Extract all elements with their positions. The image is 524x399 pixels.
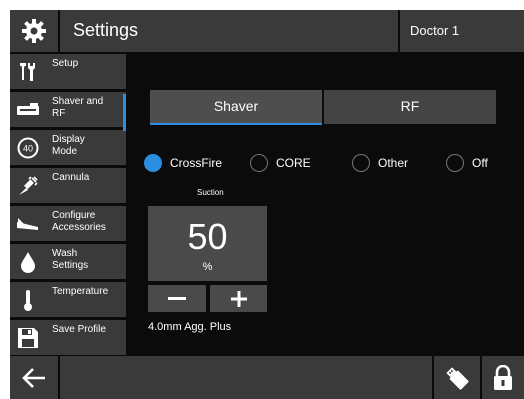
- sidebar-item-wash-settings[interactable]: Wash Settings: [10, 244, 126, 279]
- display-mode-icon: 40: [16, 137, 40, 159]
- footer-bar: [10, 356, 524, 399]
- blade-name: 4.0mm Agg. Plus: [148, 321, 232, 333]
- sidebar-item-label: Wash Settings: [52, 248, 89, 271]
- sidebar-item-label: Cannula: [52, 172, 90, 183]
- gear-icon: [22, 19, 46, 43]
- title-panel: Settings: [60, 10, 398, 52]
- main-panel: Shaver RF CrossFire CORE Other Off Sucti…: [126, 54, 524, 354]
- radio-dot: [144, 154, 162, 172]
- suction-value: 50: [187, 216, 228, 257]
- suction-unit: %: [202, 261, 213, 273]
- radio-label: Off: [472, 156, 488, 170]
- lock-button[interactable]: [482, 356, 524, 399]
- radio-other[interactable]: Other: [352, 152, 408, 174]
- sidebar-item-label: Temperature: [52, 286, 109, 297]
- sidebar-item-cannula[interactable]: Cannula: [10, 168, 126, 203]
- tab-label: RF: [400, 98, 420, 114]
- radio-dot: [352, 154, 370, 172]
- suction-display: 50 %: [148, 206, 267, 281]
- sidebar-item-configure-accessories[interactable]: Configure Accessories: [10, 206, 126, 241]
- sidebar-item-shaver-rf[interactable]: Shaver and RF: [10, 92, 126, 127]
- water-drop-icon: [16, 251, 40, 273]
- sidebar-item-setup[interactable]: Setup: [10, 54, 126, 89]
- radio-label: CrossFire: [170, 156, 223, 170]
- suction-label: Suction: [197, 188, 224, 197]
- tools-icon: [16, 61, 40, 83]
- usb-drive-icon: [446, 366, 469, 390]
- sidebar-item-label: Setup: [52, 58, 79, 69]
- sidebar: Setup Shaver and RF 40 Display Mode Cann…: [10, 54, 126, 355]
- suction-decrease-button[interactable]: [148, 285, 206, 312]
- settings-screen: Settings Doctor 1 Setup Shaver and RF 40…: [10, 10, 524, 399]
- accessories-icon: [16, 213, 40, 235]
- page-title: Settings: [73, 20, 139, 40]
- radio-off[interactable]: Off: [446, 152, 488, 174]
- usb-button[interactable]: [434, 356, 480, 399]
- back-arrow-icon: [22, 367, 45, 388]
- radio-core[interactable]: CORE: [250, 152, 311, 174]
- cannula-icon: [16, 175, 40, 197]
- shaver-rf-tabs: Shaver RF: [150, 90, 496, 125]
- tab-shaver[interactable]: Shaver: [150, 90, 322, 125]
- minus-icon: [168, 296, 186, 300]
- footer-spacer: [60, 356, 432, 399]
- shaver-icon: [16, 99, 40, 121]
- radio-crossfire[interactable]: CrossFire: [144, 152, 222, 174]
- user-panel[interactable]: Doctor 1: [400, 10, 524, 52]
- tab-selected-indicator: [150, 123, 322, 125]
- sidebar-item-label: Save Profile: [52, 324, 106, 335]
- sidebar-item-display-mode[interactable]: 40 Display Mode: [10, 130, 126, 165]
- sidebar-item-save-profile[interactable]: Save Profile: [10, 320, 126, 355]
- sidebar-item-label: Configure Accessories: [52, 210, 106, 233]
- radio-label: CORE: [276, 156, 311, 170]
- tab-label: Shaver: [213, 98, 259, 114]
- save-icon: [16, 327, 40, 349]
- header-bar: Settings Doctor 1: [10, 10, 524, 52]
- sidebar-item-label: Shaver and RF: [52, 96, 104, 119]
- radio-label: Other: [378, 156, 409, 170]
- display-mode-badge: 40: [23, 144, 33, 154]
- mode-radio-group: CrossFire CORE Other Off: [144, 152, 514, 174]
- suction-increase-button[interactable]: [210, 285, 267, 312]
- tab-rf[interactable]: RF: [324, 90, 496, 124]
- thermometer-icon: [16, 289, 40, 311]
- plus-icon: [230, 290, 247, 307]
- back-button[interactable]: [10, 356, 58, 399]
- sidebar-item-temperature[interactable]: Temperature: [10, 282, 126, 317]
- radio-dot: [446, 154, 464, 172]
- radio-dot: [250, 154, 268, 172]
- settings-home-button[interactable]: [10, 10, 58, 52]
- user-name: Doctor 1: [410, 23, 460, 38]
- sidebar-item-label: Display Mode: [52, 134, 85, 157]
- lock-icon: [494, 364, 512, 390]
